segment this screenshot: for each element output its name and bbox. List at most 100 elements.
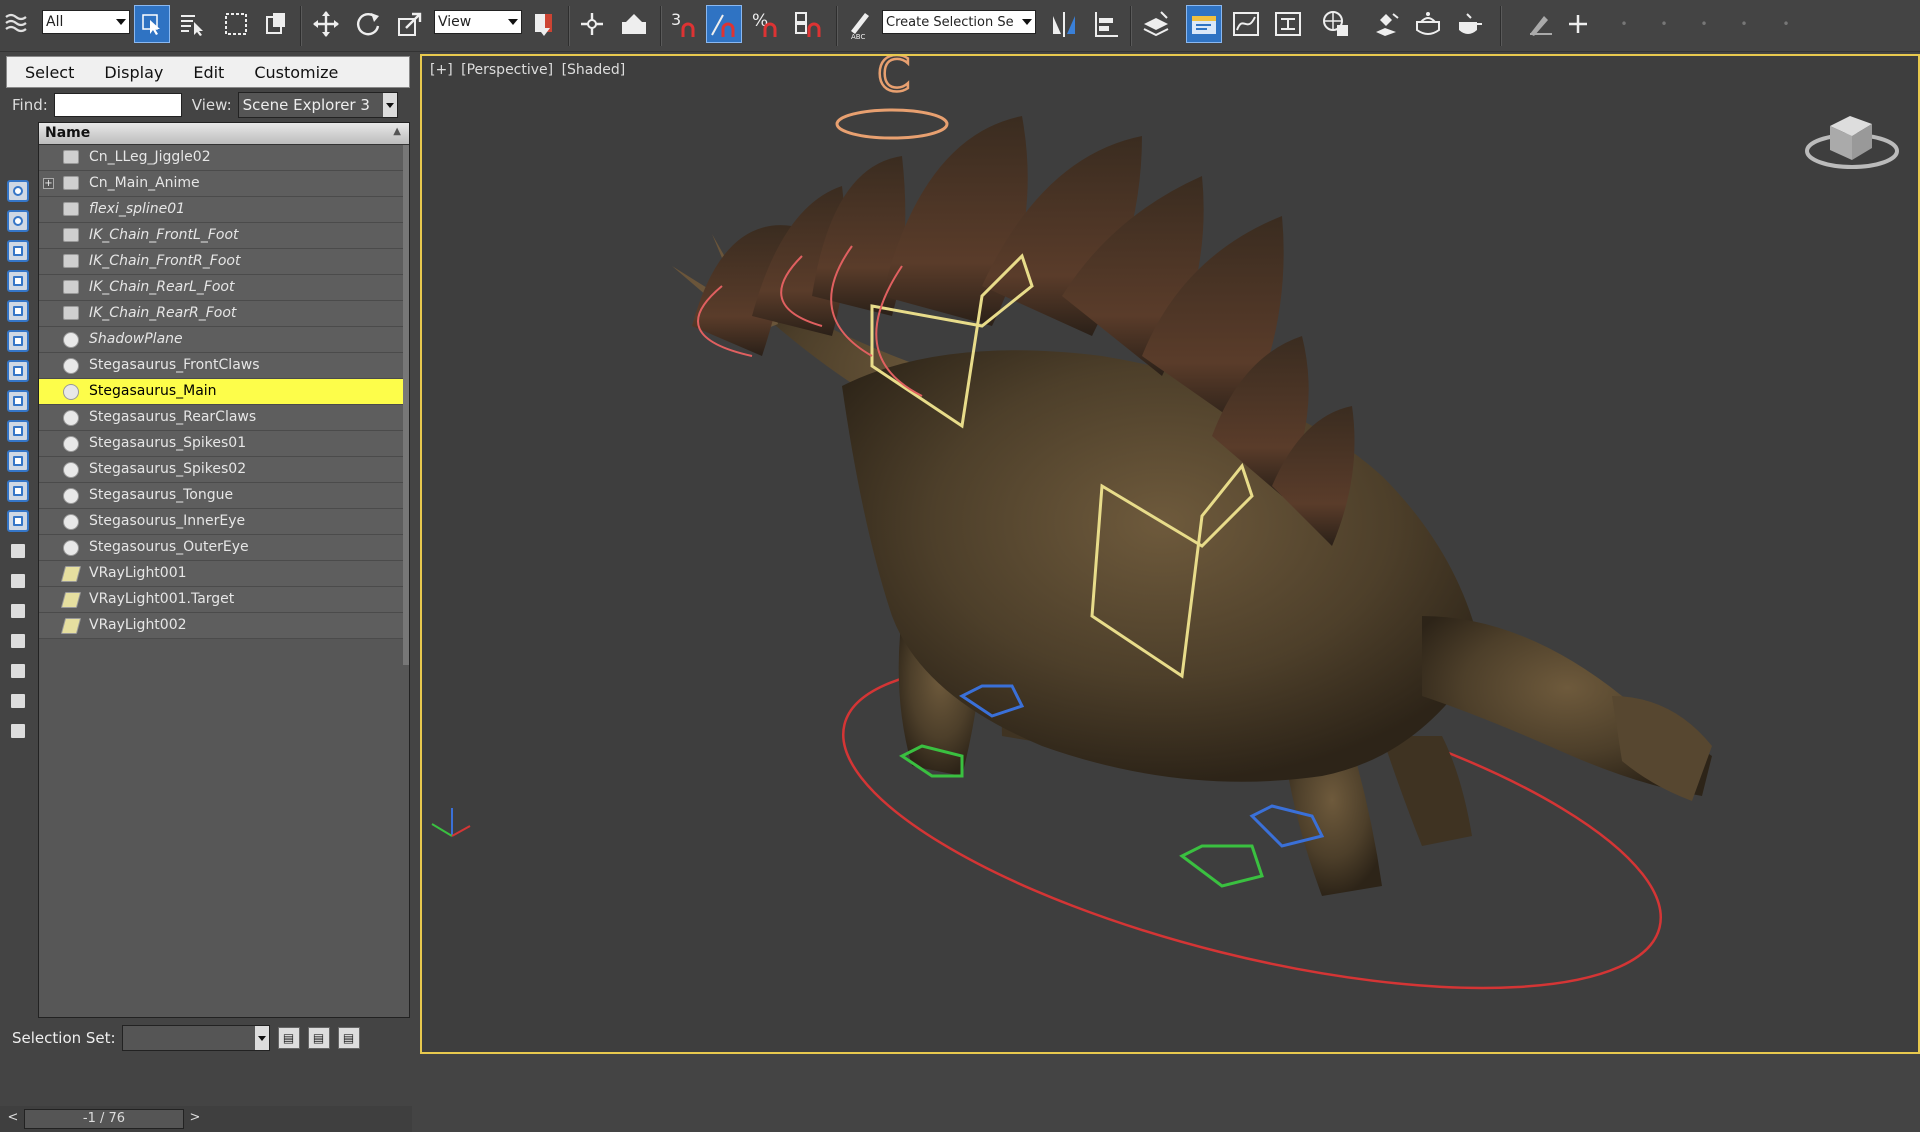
expand-icon[interactable]: + <box>43 178 54 189</box>
column-header-name[interactable]: Name ▲ <box>39 123 409 145</box>
hierarchy-filter-icon[interactable] <box>7 660 29 682</box>
select-object-button[interactable] <box>134 5 170 43</box>
display-xrefs-icon[interactable] <box>7 390 29 412</box>
percent-snap-icon[interactable]: % <box>748 5 784 43</box>
scene-object-row[interactable]: Stegasourus_InnerEye <box>39 509 409 535</box>
helper-icon <box>63 176 79 190</box>
reference-coordinate-dropdown[interactable]: View <box>434 10 522 34</box>
mirror-icon[interactable] <box>1046 5 1082 43</box>
display-space-warps-icon[interactable] <box>7 330 29 352</box>
root-control-ring[interactable] <box>835 108 949 140</box>
rectangular-selection-button[interactable] <box>218 5 254 43</box>
invert-display-icon[interactable] <box>7 600 29 622</box>
menu-display[interactable]: Display <box>86 63 175 82</box>
window-crossing-button[interactable] <box>258 5 294 43</box>
edit-named-selection-icon[interactable]: ABC <box>842 5 878 43</box>
render-setup-icon[interactable] <box>1368 5 1404 43</box>
keyboard-shortcut-override-icon[interactable] <box>616 5 652 43</box>
move-icon[interactable] <box>308 5 344 43</box>
display-none-icon[interactable] <box>7 570 29 592</box>
selection-set-dropdown[interactable] <box>121 1025 270 1051</box>
angle-snap-icon[interactable] <box>706 5 742 43</box>
named-selection-dropdown[interactable]: Create Selection Se <box>882 10 1036 34</box>
display-shapes-icon[interactable] <box>7 210 29 232</box>
align-icon[interactable] <box>1088 5 1124 43</box>
previous-frame-button[interactable]: < <box>4 1110 22 1128</box>
menu-edit[interactable]: Edit <box>175 63 236 82</box>
scene-object-row[interactable]: IK_Chain_FrontL_Foot <box>39 223 409 249</box>
display-bones-icon[interactable] <box>7 420 29 442</box>
scene-object-row[interactable]: Stegasaurus_FrontClaws <box>39 353 409 379</box>
script-tool-icon[interactable] <box>1522 5 1558 43</box>
select-and-manipulate-icon[interactable] <box>574 5 610 43</box>
scene-object-name: IK_Chain_FrontL_Foot <box>89 227 239 243</box>
snaps-toggle-icon[interactable]: 3 <box>666 5 702 43</box>
scene-object-row[interactable]: Stegasourus_OuterEye <box>39 535 409 561</box>
spinner-snap-icon[interactable] <box>790 5 826 43</box>
next-frame-button[interactable]: > <box>186 1110 204 1128</box>
scene-object-row[interactable]: VRayLight002 <box>39 613 409 639</box>
view-dropdown[interactable]: Scene Explorer 3 <box>237 92 398 118</box>
scene-object-row[interactable]: Stegasaurus_Spikes02 <box>39 457 409 483</box>
scene-object-row[interactable]: + Cn_Main_Anime <box>39 171 409 197</box>
menu-select[interactable]: Select <box>7 63 86 82</box>
view-label: View: <box>191 96 232 114</box>
scene-object-row[interactable]: Stegasaurus_Spikes01 <box>39 431 409 457</box>
ribbon-toggle-icon[interactable] <box>0 5 32 43</box>
lock-icon[interactable] <box>7 720 29 742</box>
scene-object-row[interactable]: Stegasaurus_Main <box>39 379 409 405</box>
display-cameras-icon[interactable] <box>7 270 29 292</box>
scene-object-row[interactable]: IK_Chain_RearL_Foot <box>39 275 409 301</box>
view-cube-icon[interactable] <box>1805 116 1899 169</box>
scene-explorer-toggle-icon[interactable] <box>1186 5 1222 43</box>
sort-arrow-icon: ▲ <box>393 126 401 137</box>
remove-from-selection-set-button[interactable]: ▤ <box>337 1027 360 1049</box>
scene-object-row[interactable]: IK_Chain_RearR_Foot <box>39 301 409 327</box>
scene-object-row[interactable]: flexi_spline01 <box>39 197 409 223</box>
curve-editor-icon[interactable] <box>1228 5 1264 43</box>
display-frozen-icon[interactable] <box>7 480 29 502</box>
find-input[interactable] <box>53 93 182 117</box>
schematic-view-icon[interactable] <box>1270 5 1306 43</box>
rendered-frame-window-icon[interactable] <box>1410 5 1446 43</box>
selection-filter-dropdown[interactable]: All <box>42 10 130 34</box>
perspective-viewport[interactable]: [+] [Perspective] [Shaded] C <box>420 54 1920 1054</box>
scene-object-row[interactable]: ShadowPlane <box>39 327 409 353</box>
create-selection-set-button[interactable]: ▤ <box>277 1027 300 1049</box>
selection-center-icon[interactable] <box>526 5 562 43</box>
find-label: Find: <box>12 96 48 114</box>
layer-manager-icon[interactable] <box>1138 5 1174 43</box>
add-icon[interactable] <box>1560 5 1596 43</box>
filter-icon[interactable] <box>7 630 29 652</box>
render-production-icon[interactable] <box>1452 5 1488 43</box>
sync-selection-icon[interactable] <box>7 690 29 712</box>
display-hidden-icon[interactable] <box>7 510 29 532</box>
rotate-icon[interactable] <box>350 5 386 43</box>
display-lights-icon[interactable] <box>7 240 29 262</box>
display-helpers-icon[interactable] <box>7 300 29 322</box>
foot-control-front-left[interactable] <box>1179 844 1264 888</box>
scene-object-name: IK_Chain_FrontR_Foot <box>89 253 241 269</box>
scene-object-row[interactable]: VRayLight001 <box>39 561 409 587</box>
scene-object-row[interactable]: Cn_LLeg_Jiggle02 <box>39 145 409 171</box>
svg-text:3: 3 <box>671 10 681 29</box>
list-scrollbar[interactable] <box>403 145 409 665</box>
display-all-icon[interactable] <box>7 540 29 562</box>
display-geometry-icon[interactable] <box>7 180 29 202</box>
svg-text:ABC: ABC <box>851 33 865 39</box>
time-slider[interactable]: -1 / 76 <box>24 1109 184 1129</box>
add-to-selection-set-button[interactable]: ▤ <box>307 1027 330 1049</box>
material-editor-icon[interactable] <box>1318 5 1354 43</box>
scene-object-row[interactable]: Stegasaurus_Tongue <box>39 483 409 509</box>
scene-object-row[interactable]: IK_Chain_FrontR_Foot <box>39 249 409 275</box>
scene-object-name: Cn_Main_Anime <box>89 175 200 191</box>
select-by-name-button[interactable] <box>174 5 210 43</box>
menu-customize[interactable]: Customize <box>236 63 350 82</box>
display-containers-icon[interactable] <box>7 450 29 472</box>
display-groups-icon[interactable] <box>7 360 29 382</box>
scale-icon[interactable] <box>392 5 428 43</box>
axis-tripod-icon <box>431 808 471 837</box>
scene-object-row[interactable]: Stegasaurus_RearClaws <box>39 405 409 431</box>
geometry-icon <box>63 358 79 374</box>
scene-object-row[interactable]: VRayLight001.Target <box>39 587 409 613</box>
